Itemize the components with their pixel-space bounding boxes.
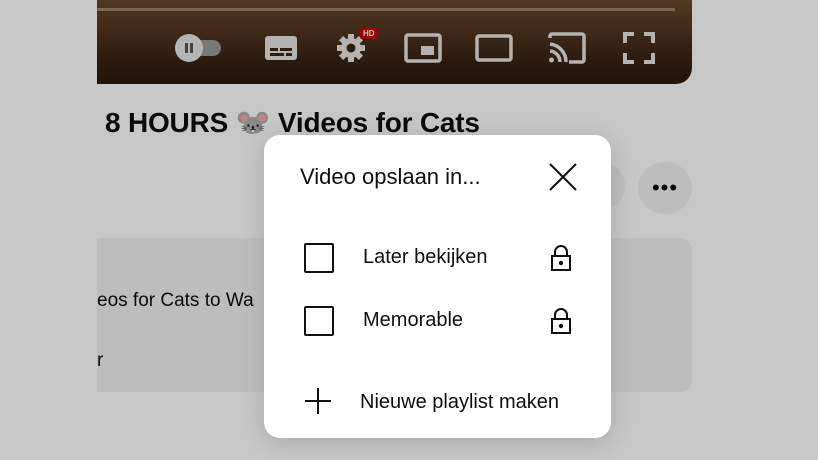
close-icon xyxy=(549,163,577,191)
new-playlist-button[interactable]: Nieuwe playlist maken xyxy=(264,382,611,422)
plus-icon xyxy=(305,388,331,414)
lock-icon xyxy=(551,245,571,271)
new-playlist-label: Nieuwe playlist maken xyxy=(360,391,559,413)
playlist-label: Memorable xyxy=(363,309,464,331)
lock-icon xyxy=(551,308,571,334)
playlist-checkbox[interactable] xyxy=(304,306,334,336)
dialog-title: Video opslaan in... xyxy=(300,164,481,189)
playlist-option-memorable[interactable]: Memorable xyxy=(264,297,611,345)
playlist-label: Later bekijken xyxy=(363,246,488,268)
save-to-playlist-dialog: Video opslaan in... Later bekijken Memor… xyxy=(264,135,611,438)
close-button[interactable] xyxy=(545,159,581,195)
playlist-checkbox[interactable] xyxy=(304,243,334,273)
playlist-option-later-bekijken[interactable]: Later bekijken xyxy=(264,234,611,282)
